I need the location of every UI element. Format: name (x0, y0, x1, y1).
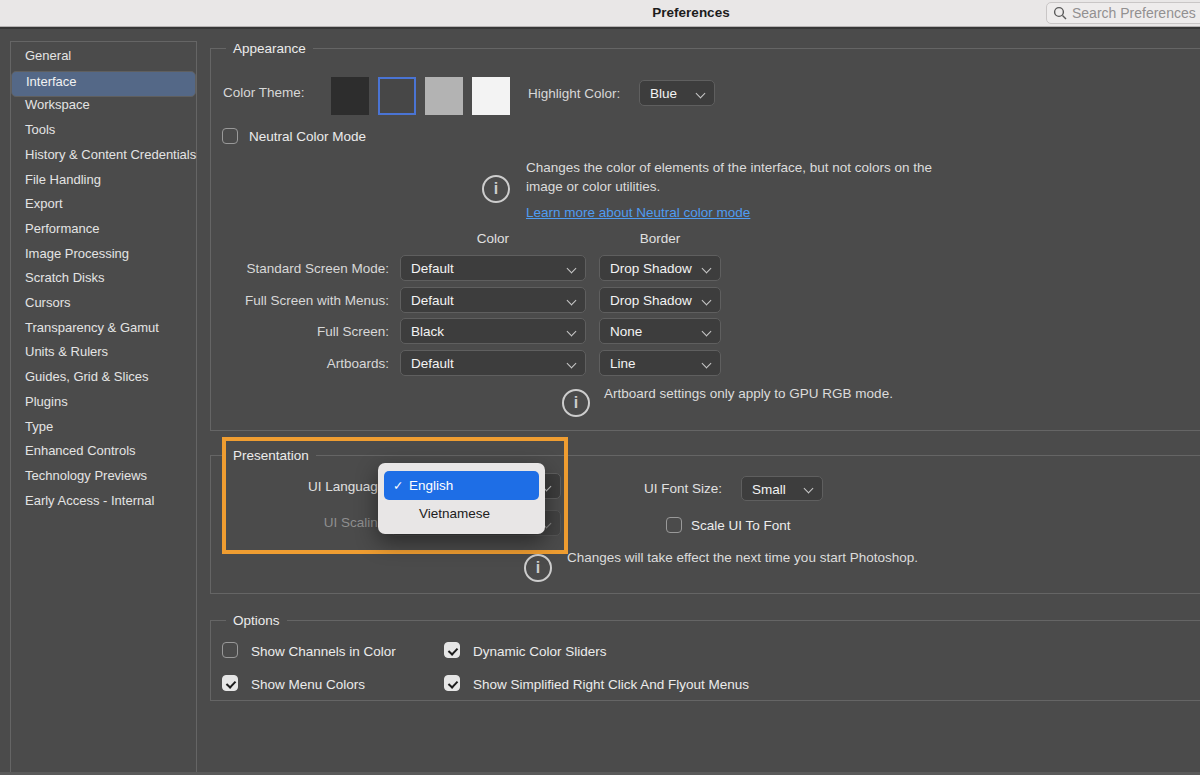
menu-item-english-label: English (409, 478, 453, 493)
checkbox-show-channels-in-color[interactable] (222, 642, 238, 658)
ui-font-size-select[interactable]: Small (741, 476, 823, 501)
column-header-color: Color (400, 231, 586, 246)
sidebar-item-technology-previews[interactable]: Technology Previews (11, 466, 196, 485)
chevron-down-icon (702, 327, 712, 337)
screen-mode-row-label: Full Screen: (211, 324, 389, 339)
color-theme-swatch-dark[interactable] (331, 77, 369, 115)
sidebar-item-tools[interactable]: Tools (11, 120, 196, 139)
checkbox-show-simplified-right-click-and-flyout-menus[interactable] (444, 675, 460, 691)
color-theme-swatch-white[interactable] (472, 77, 510, 115)
menu-item-english[interactable] (384, 471, 539, 500)
scale-ui-to-font-checkbox[interactable] (666, 517, 682, 533)
info-icon: i (482, 175, 510, 203)
sidebar-item-workspace[interactable]: Workspace (11, 95, 196, 114)
sidebar-item-file-handling[interactable]: File Handling (11, 170, 196, 189)
preferences-sidebar: General InterfaceWorkspace Tools History & … (10, 41, 197, 775)
search-icon (1053, 6, 1067, 20)
border-select[interactable]: None (599, 318, 721, 344)
ui-language-menu: ✓ English Vietnamese (378, 463, 545, 534)
info-icon: i (524, 554, 552, 582)
color-theme-label: Color Theme: (223, 85, 305, 100)
color-select[interactable]: Default (400, 350, 586, 376)
neutral-color-mode-label: Neutral Color Mode (249, 129, 366, 144)
checkbox-dynamic-color-sliders[interactable] (444, 642, 460, 658)
column-header-border: Border (599, 231, 721, 246)
checkmark-icon: ✓ (393, 478, 403, 493)
sidebar-item-interface[interactable]: Interface (11, 71, 196, 97)
sidebar-item-cursors[interactable]: Cursors (11, 293, 196, 312)
screen-mode-row-label: Standard Screen Mode: (211, 261, 389, 276)
chevron-down-icon (702, 359, 712, 369)
color-select[interactable]: Black (400, 318, 586, 344)
restart-note: Changes will take effect the next time y… (567, 550, 918, 565)
info-icon: i (562, 389, 590, 417)
checkbox-label: Show Channels in Color (251, 644, 396, 659)
sidebar-item-transparency-gamut[interactable]: Transparency & Gamut (11, 318, 196, 337)
learn-more-link[interactable]: Learn more about Neutral color mode (526, 205, 750, 220)
options-group: Options Show Channels in ColorDynamic Co… (210, 620, 1200, 701)
sidebar-item-enhanced-controls[interactable]: Enhanced Controls (11, 441, 196, 460)
chevron-down-icon (804, 483, 814, 493)
search-placeholder: Search Preferences (1072, 5, 1196, 21)
chevron-down-icon (567, 359, 577, 369)
checkbox-label: Show Menu Colors (251, 677, 365, 692)
appearance-legend: Appearance (226, 41, 313, 57)
neutral-color-mode-checkbox[interactable] (222, 128, 238, 144)
sidebar-item-guides-grid-slices[interactable]: Guides, Grid & Slices (11, 367, 196, 386)
neutral-info-line2: image or color utilities. (526, 179, 660, 194)
sidebar-item-export[interactable]: Export (11, 194, 196, 213)
screen-mode-row-label: Artboards: (211, 356, 389, 371)
menu-item-vietnamese[interactable]: Vietnamese (419, 506, 490, 521)
window-title: Preferences (641, 5, 741, 20)
checkbox-label: Show Simplified Right Click And Flyout M… (473, 677, 749, 692)
chevron-down-icon (567, 264, 577, 274)
sidebar-item-general[interactable]: General (11, 46, 196, 65)
sidebar-item-scratch-disks[interactable]: Scratch Disks (11, 268, 196, 287)
options-legend: Options (226, 613, 287, 629)
chevron-down-icon (696, 89, 706, 99)
checkbox-show-menu-colors[interactable] (222, 675, 238, 691)
ui-font-size-label: UI Font Size: (644, 481, 722, 496)
chevron-down-icon (702, 264, 712, 274)
sidebar-item-image-processing[interactable]: Image Processing (11, 244, 196, 263)
chevron-down-icon (567, 296, 577, 306)
sidebar-item-type[interactable]: Type (11, 417, 196, 436)
border-select[interactable]: Drop Shadow (599, 287, 721, 313)
highlight-color-select[interactable]: Blue (639, 80, 715, 106)
sidebar-item-performance[interactable]: Performance (11, 219, 196, 238)
appearance-group: Appearance Color Theme: Highlight Color:… (210, 48, 1200, 431)
scale-ui-to-font-label: Scale UI To Font (691, 518, 791, 533)
sidebar-item-plugins[interactable]: Plugins (11, 392, 196, 411)
search-field[interactable]: Search Preferences (1046, 2, 1200, 24)
color-theme-swatch-selected[interactable] (378, 77, 416, 115)
color-select[interactable]: Default (400, 255, 586, 281)
chevron-down-icon (702, 296, 712, 306)
border-select[interactable]: Line (599, 350, 721, 376)
artboard-note: Artboard settings only apply to GPU RGB … (604, 386, 893, 401)
border-select[interactable]: Drop Shadow (599, 255, 721, 281)
screen-mode-row-label: Full Screen with Menus: (211, 293, 389, 308)
highlight-color-label: Highlight Color: (528, 86, 620, 101)
sidebar-item-history-content-credentials[interactable]: History & Content Credentials (11, 145, 196, 164)
color-select[interactable]: Default (400, 287, 586, 313)
color-theme-swatch-light-gray[interactable] (425, 77, 463, 115)
sidebar-item-early-access-internal[interactable]: Early Access - Internal (11, 491, 196, 510)
checkbox-label: Dynamic Color Sliders (473, 644, 607, 659)
titlebar: Preferences Search Preferences (0, 0, 1200, 27)
chevron-down-icon (567, 327, 577, 337)
neutral-info-line1: Changes the color of elements of the int… (526, 160, 932, 175)
sidebar-item-units-rulers[interactable]: Units & Rulers (11, 342, 196, 361)
